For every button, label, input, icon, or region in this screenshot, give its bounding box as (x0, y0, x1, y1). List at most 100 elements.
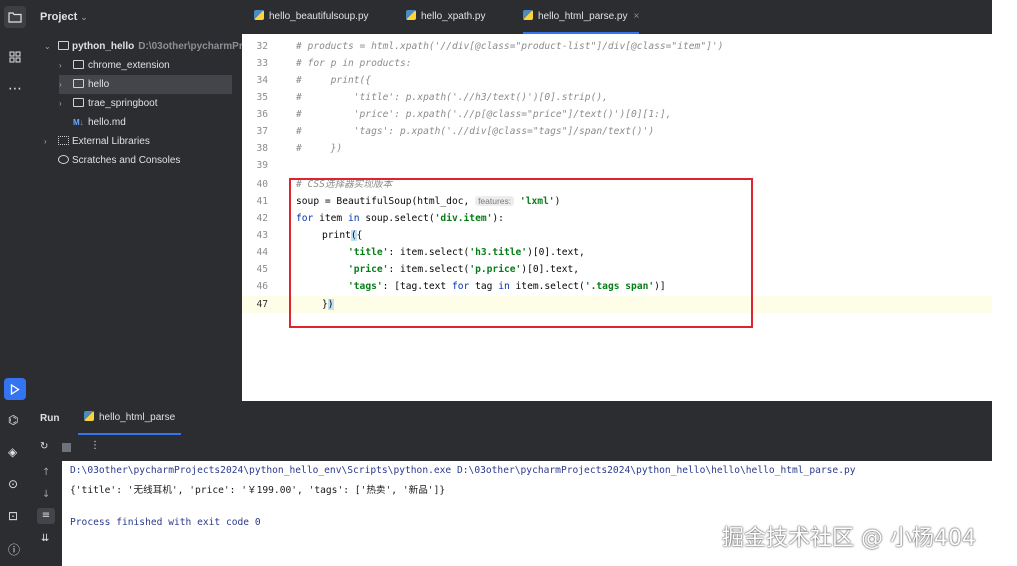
line-number: 42 (256, 213, 268, 224)
run-panel-header: Run hello_html_parse (30, 401, 992, 435)
code-text: # }) (296, 143, 343, 154)
python-file-icon (523, 10, 533, 20)
project-panel-title[interactable]: Project ⌄ (40, 11, 88, 23)
tree-item-label: hello.md (88, 117, 126, 128)
tree-item-path: D:\03other\pycharmPr (138, 41, 242, 52)
soft-wrap-icon[interactable]: ≡ (37, 508, 55, 524)
chevron-down-icon: ⌄ (80, 12, 88, 22)
bottom-tool-strip: ⌬ ◈ ⊙ ⊡ ⓘ (0, 401, 30, 566)
line-number: 46 (256, 281, 268, 292)
line-number: 34 (256, 75, 268, 86)
tree-item-python-hello[interactable]: ⌄ python_hello D:\03other\pycharmPr (30, 37, 242, 56)
scratches-icon (58, 155, 69, 164)
code-text: # for p in products: (296, 58, 412, 69)
library-icon (58, 136, 69, 145)
tree-item-label: python_hello (72, 41, 135, 52)
watermark: 掘金技术社区 @ 小杨404 (722, 526, 976, 551)
folder-icon (73, 79, 84, 88)
console-output: {'title': '无线耳机', 'price': '￥199.00', 't… (70, 485, 446, 496)
tab-label: hello_html_parse.py (538, 11, 628, 22)
line-number: 43 (256, 230, 268, 241)
chevron-right-icon: › (59, 80, 62, 89)
code-text: # products = html.xpath('//div[@class="p… (296, 41, 724, 52)
tab-hello-html-parse[interactable]: hello_html_parse.py × (523, 0, 640, 34)
structure-icon[interactable] (4, 46, 26, 68)
scroll-up-icon[interactable]: ↑ (42, 467, 50, 478)
run-toolbar: ↻ ⋮ (30, 435, 992, 461)
python-console-icon[interactable]: ⌬ (8, 413, 18, 427)
folder-icon (73, 60, 84, 69)
services-icon[interactable]: ⊙ (8, 477, 18, 491)
chevron-down-icon: ⌄ (44, 42, 51, 51)
chevron-right-icon: › (59, 99, 62, 108)
code-line: 33 # for p in products: (242, 55, 992, 72)
code-line: 38 # }) (242, 140, 992, 157)
console-exit-message: Process finished with exit code 0 (70, 517, 261, 528)
code-line: 32 # products = html.xpath('//div[@class=… (242, 38, 992, 55)
code-line: 34 # print({ (242, 72, 992, 89)
code-line: 39 (242, 157, 992, 174)
tree-item-chrome-extension[interactable]: › chrome_extension (30, 56, 242, 75)
code-text: # 'tags': p.xpath('.//div[@class="tags"]… (296, 126, 655, 137)
run-panel-title: Run (40, 413, 60, 424)
project-title-label: Project (40, 11, 78, 23)
code-line: 35 # 'title': p.xpath('.//h3/text()')[0].… (242, 89, 992, 106)
close-icon[interactable]: × (634, 11, 640, 22)
code-text: # 'title': p.xpath('.//h3/text()')[0].st… (296, 92, 608, 103)
tree-item-label: trae_springboot (88, 98, 158, 109)
project-folder-icon[interactable] (4, 6, 26, 28)
line-number: 45 (256, 264, 268, 275)
code-line: 37 # 'tags': p.xpath('.//div[@class="tags… (242, 123, 992, 140)
folder-icon (73, 98, 84, 107)
tree-item-scratches[interactable]: Scratches and Consoles (30, 151, 242, 170)
markdown-file-icon: M↓ (73, 118, 84, 127)
line-number: 47 (256, 299, 268, 310)
python-file-icon (84, 411, 94, 421)
tree-item-label: chrome_extension (88, 60, 170, 71)
chevron-right-icon: › (44, 137, 47, 146)
run-tab-hello-html-parse[interactable]: hello_html_parse (78, 401, 182, 435)
more-options-icon[interactable]: ⋮ (90, 440, 100, 451)
more-tools-icon[interactable]: ⋯ (4, 78, 26, 100)
line-number: 36 (256, 109, 268, 120)
rerun-icon[interactable]: ↻ (40, 441, 48, 452)
tree-item-label: hello (88, 79, 110, 90)
tree-item-trae-springboot[interactable]: › trae_springboot (30, 94, 242, 113)
line-number: 33 (256, 58, 268, 69)
tree-item-label: Scratches and Consoles (72, 155, 181, 166)
python-file-icon (406, 10, 416, 20)
editor-tabs: hello_beautifulsoup.py hello_xpath.py he… (242, 0, 992, 34)
scroll-to-end-icon[interactable]: ⇊ (41, 533, 49, 544)
line-number: 38 (256, 143, 268, 154)
tab-label: hello_beautifulsoup.py (269, 11, 369, 22)
tab-hello-xpath[interactable]: hello_xpath.py (406, 0, 486, 34)
scroll-down-icon[interactable]: ↓ (42, 489, 50, 500)
tree-item-label: External Libraries (72, 136, 150, 147)
console-side-tools: ↑ ↓ ≡ ⇊ (30, 461, 62, 566)
console-command: D:\03other\pycharmProjects2024\python_he… (70, 465, 856, 476)
tree-item-hello[interactable]: › hello (59, 75, 232, 94)
tree-item-hello-md[interactable]: M↓ hello.md (30, 113, 242, 132)
problems-icon[interactable]: ⓘ (8, 541, 20, 558)
highlight-box (289, 178, 753, 328)
code-text: # print({ (296, 75, 372, 86)
folder-icon (58, 41, 69, 50)
chevron-right-icon: › (59, 61, 62, 70)
python-file-icon (254, 10, 264, 20)
run-tool-icon[interactable] (4, 378, 26, 400)
line-number: 44 (256, 247, 268, 258)
tab-hello-beautifulsoup[interactable]: hello_beautifulsoup.py (254, 0, 369, 34)
code-line: 36 # 'price': p.xpath('.//p[@class="price… (242, 106, 992, 123)
line-number: 41 (256, 196, 268, 207)
tab-label: hello_xpath.py (421, 11, 486, 22)
stop-icon[interactable] (62, 443, 71, 452)
terminal-icon[interactable]: ⊡ (8, 509, 18, 523)
project-panel: Project ⌄ ⌄ python_hello D:\03other\pychar… (30, 0, 242, 401)
line-number: 40 (256, 179, 268, 190)
run-tab-label: hello_html_parse (99, 412, 176, 423)
line-number: 35 (256, 92, 268, 103)
line-number: 37 (256, 126, 268, 137)
line-number: 32 (256, 41, 268, 52)
layers-icon[interactable]: ◈ (8, 445, 17, 459)
tree-item-external-libraries[interactable]: › External Libraries (30, 132, 242, 151)
